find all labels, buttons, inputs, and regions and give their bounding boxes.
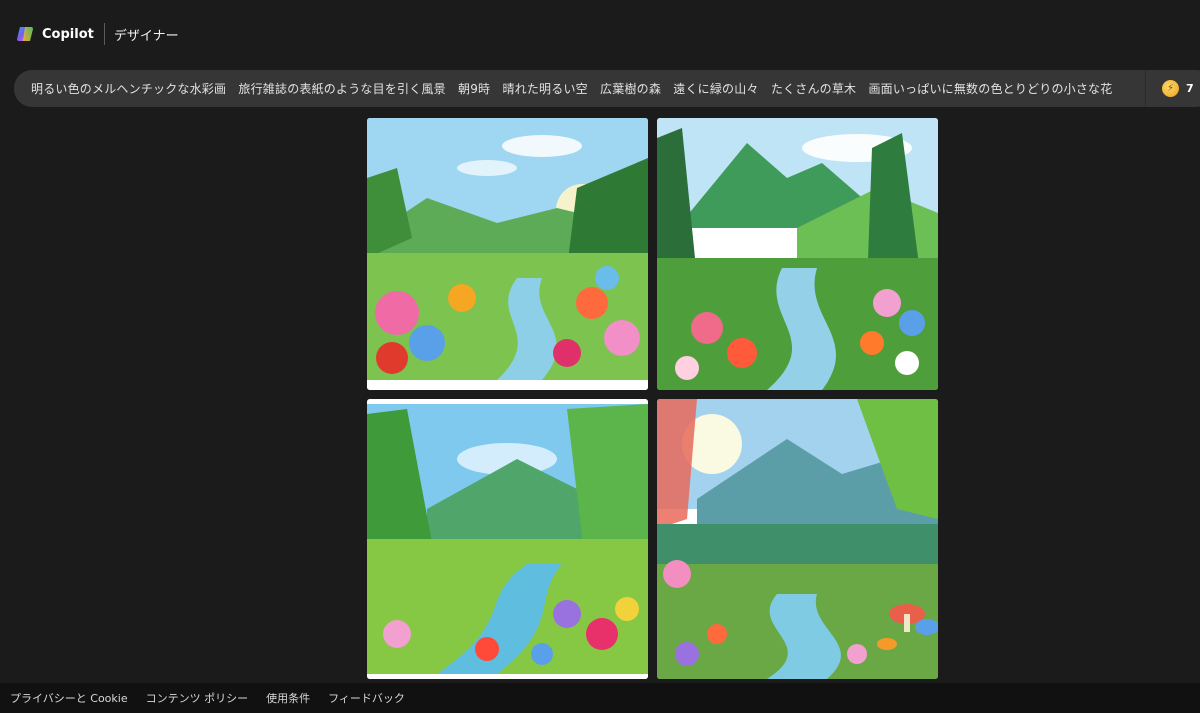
footer: プライバシーと Cookie コンテンツ ポリシー 使用条件 フィードバック <box>0 683 1200 713</box>
prompt-separator <box>1145 70 1146 107</box>
landscape-image-icon <box>367 399 648 679</box>
header-divider <box>103 23 105 45</box>
image-grid <box>367 118 938 679</box>
landscape-image-icon <box>657 399 938 679</box>
brand-name: Copilot <box>42 26 94 42</box>
designer-page: Copilot デザイナー 明るい色のメルヘンチックな水彩画 旅行雑誌の表紙のよ… <box>0 0 1200 713</box>
feedback-link[interactable]: フィードバック <box>328 690 405 706</box>
boost-count: 7 <box>1186 82 1194 95</box>
landscape-image-icon <box>657 118 938 390</box>
header: Copilot デザイナー <box>0 0 1200 68</box>
boost-counter[interactable]: ⚡ 7 <box>1162 80 1194 97</box>
designer-title: デザイナー <box>113 28 179 44</box>
content-policy-link[interactable]: コンテンツ ポリシー <box>146 690 249 706</box>
prompt-text[interactable]: 明るい色のメルヘンチックな水彩画 旅行雑誌の表紙のような目を引く風景 朝9時 晴… <box>31 80 1125 97</box>
generated-image-4[interactable] <box>657 399 938 679</box>
generated-image-1[interactable] <box>367 118 648 390</box>
copilot-logo-icon[interactable] <box>16 24 36 44</box>
prompt-bar[interactable]: 明るい色のメルヘンチックな水彩画 旅行雑誌の表紙のような目を引く風景 朝9時 晴… <box>14 70 1200 107</box>
terms-of-use-link[interactable]: 使用条件 <box>266 690 310 706</box>
privacy-cookie-link[interactable]: プライバシーと Cookie <box>10 690 128 706</box>
generated-image-3[interactable] <box>367 399 648 679</box>
landscape-image-icon <box>367 118 648 390</box>
boost-coin-icon: ⚡ <box>1162 80 1179 97</box>
generated-image-2[interactable] <box>657 118 938 390</box>
